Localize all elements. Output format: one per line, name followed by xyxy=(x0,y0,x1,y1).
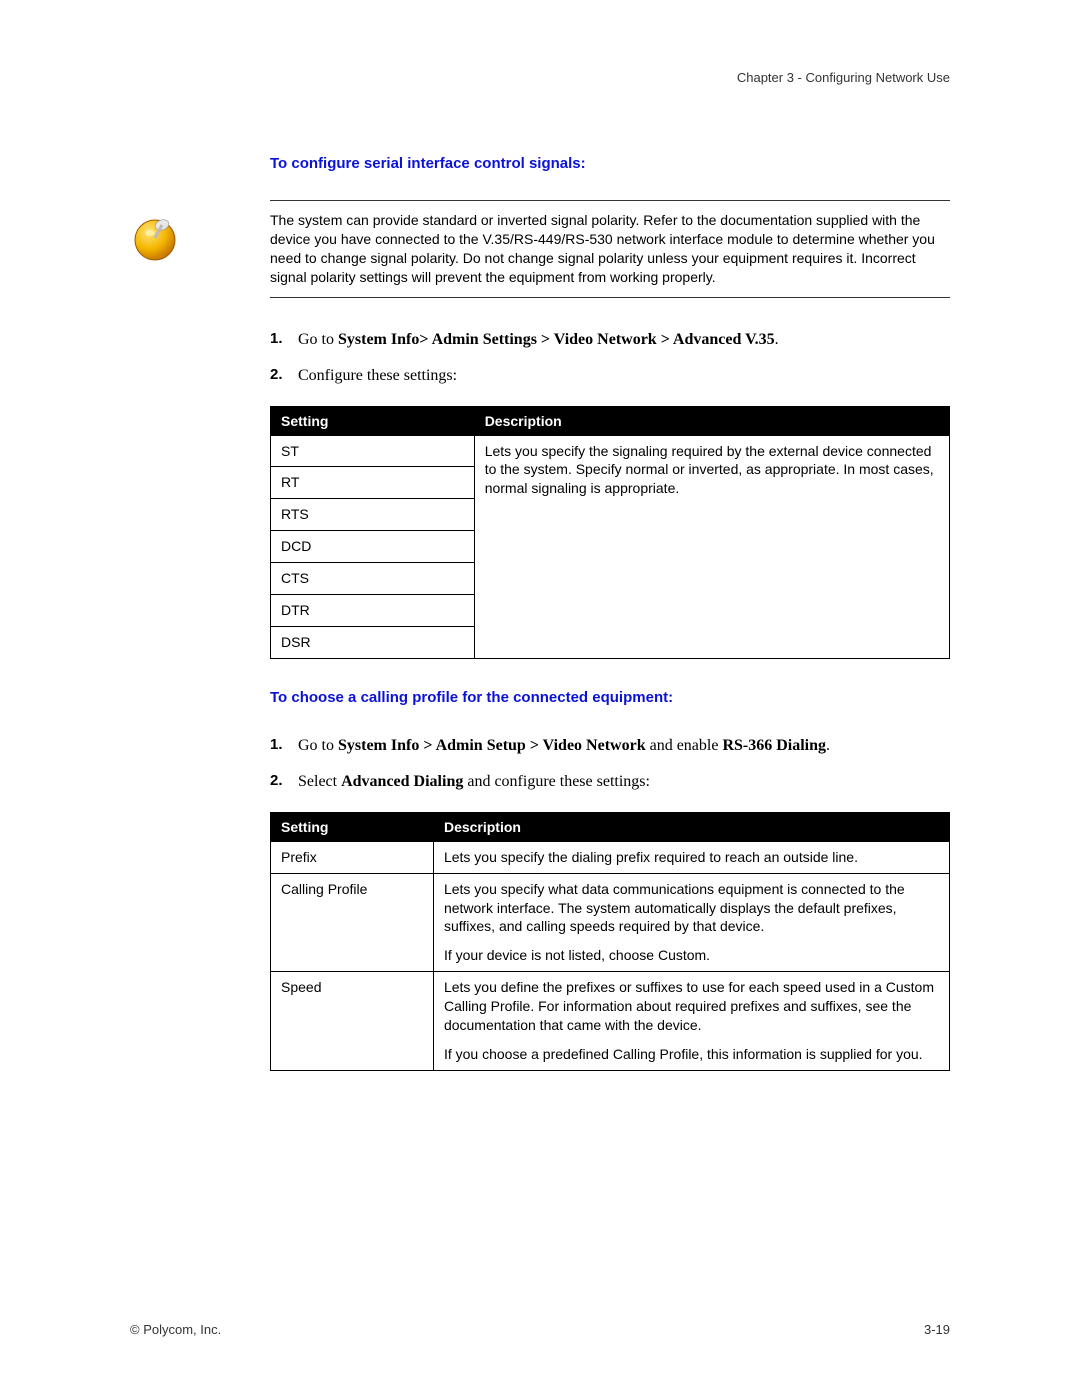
settings-table-dialing: Setting Description Prefix Lets you spec… xyxy=(270,812,950,1071)
step-bold: System Info> Admin Settings > Video Netw… xyxy=(338,331,775,348)
setting-cell: DSR xyxy=(271,626,475,658)
note-callout: The system can provide standard or inver… xyxy=(130,200,950,298)
step-text: Select xyxy=(298,773,341,790)
desc-para: Lets you specify what data communication… xyxy=(444,880,939,937)
setting-cell: ST xyxy=(271,435,475,467)
step-1-2: 2. Configure these settings: xyxy=(270,364,950,388)
setting-cell: Calling Profile xyxy=(271,873,434,972)
desc-para: If you choose a predefined Calling Profi… xyxy=(444,1045,939,1064)
desc-para: Lets you specify the dialing prefix requ… xyxy=(444,848,939,867)
step-text: Configure these settings: xyxy=(298,367,457,384)
step-2-1: 1. Go to System Info > Admin Setup > Vid… xyxy=(270,734,950,758)
step-text: Go to xyxy=(298,737,338,754)
table-header-row: Setting Description xyxy=(271,812,950,841)
content-column: To configure serial interface control si… xyxy=(270,155,950,1071)
step-bold: RS-366 Dialing xyxy=(722,737,826,754)
step-text: . xyxy=(826,737,830,754)
footer-left: © Polycom, Inc. xyxy=(130,1322,221,1337)
col-setting: Setting xyxy=(271,406,475,435)
step-text: . xyxy=(775,331,779,348)
table-header-row: Setting Description xyxy=(271,406,950,435)
table-row: Speed Lets you define the prefixes or su… xyxy=(271,972,950,1071)
setting-cell: RTS xyxy=(271,499,475,531)
description-cell: Lets you specify what data communication… xyxy=(433,873,949,972)
setting-cell: DCD xyxy=(271,531,475,563)
step-2-2: 2. Select Advanced Dialing and configure… xyxy=(270,770,950,794)
table-row: ST Lets you specify the signaling requir… xyxy=(271,435,950,467)
desc-para: If your device is not listed, choose Cus… xyxy=(444,946,939,965)
step-text: Go to xyxy=(298,331,338,348)
setting-cell: Speed xyxy=(271,972,434,1071)
settings-table-signals: Setting Description ST Lets you specify … xyxy=(270,406,950,659)
description-cell: Lets you specify the dialing prefix requ… xyxy=(433,841,949,873)
description-cell: Lets you specify the signaling required … xyxy=(474,435,949,658)
footer-right: 3-19 xyxy=(924,1322,950,1337)
setting-cell: RT xyxy=(271,467,475,499)
chapter-header: Chapter 3 - Configuring Network Use xyxy=(130,70,950,85)
section-heading-serial: To configure serial interface control si… xyxy=(270,155,950,172)
setting-cell: DTR xyxy=(271,595,475,627)
section-heading-calling: To choose a calling profile for the conn… xyxy=(270,689,950,706)
page-footer: © Polycom, Inc. 3-19 xyxy=(130,1322,950,1337)
note-text: The system can provide standard or inver… xyxy=(270,211,950,287)
note-pin-icon xyxy=(130,213,180,263)
step-1-1: 1. Go to System Info> Admin Settings > V… xyxy=(270,328,950,352)
step-text: and enable xyxy=(646,737,723,754)
table-row: Prefix Lets you specify the dialing pref… xyxy=(271,841,950,873)
description-cell: Lets you define the prefixes or suffixes… xyxy=(433,972,949,1071)
col-description: Description xyxy=(433,812,949,841)
step-bold: Advanced Dialing xyxy=(341,773,463,790)
step-bold: System Info > Admin Setup > Video Networ… xyxy=(338,737,646,754)
document-page: Chapter 3 - Configuring Network Use To c… xyxy=(0,0,1080,1397)
setting-cell: Prefix xyxy=(271,841,434,873)
steps-list-1: 1. Go to System Info> Admin Settings > V… xyxy=(270,328,950,388)
steps-list-2: 1. Go to System Info > Admin Setup > Vid… xyxy=(270,734,950,794)
table-row: Calling Profile Lets you specify what da… xyxy=(271,873,950,972)
col-setting: Setting xyxy=(271,812,434,841)
col-description: Description xyxy=(474,406,949,435)
step-text: and configure these settings: xyxy=(463,773,650,790)
setting-cell: CTS xyxy=(271,563,475,595)
desc-para: Lets you define the prefixes or suffixes… xyxy=(444,978,939,1035)
